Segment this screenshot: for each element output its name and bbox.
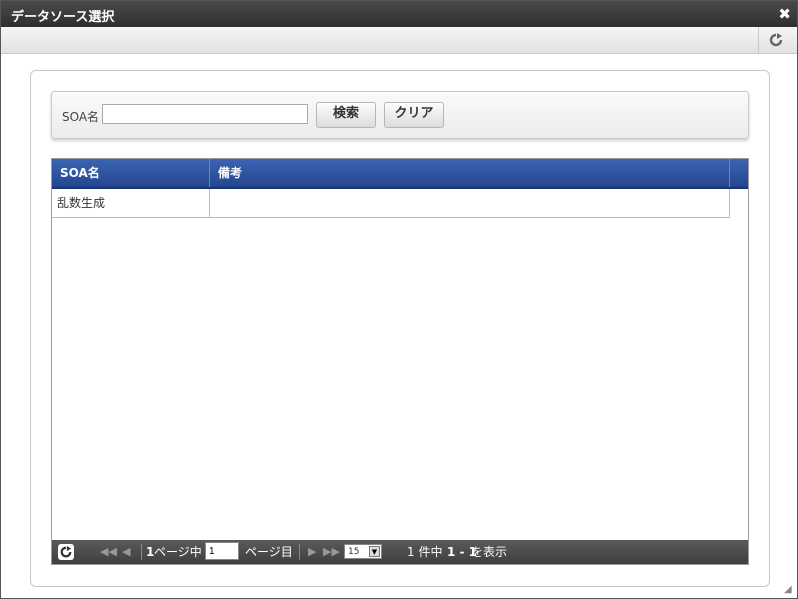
column-header-note[interactable]: 備考: [210, 159, 730, 187]
resize-handle-icon[interactable]: ◢: [784, 585, 794, 595]
search-button[interactable]: 検索: [316, 102, 376, 128]
reload-icon[interactable]: [58, 544, 74, 560]
column-header-soa-name[interactable]: SOA名: [52, 159, 210, 187]
soa-name-label: SOA名: [62, 110, 100, 124]
pager: ◀◀ ◀ 1 ページ中 ページ目 ▶ ▶▶ 15 ▼ 1 件中 1 - 1 を表…: [52, 540, 748, 564]
title-bar[interactable]: データソース選択 ✖: [1, 1, 797, 27]
result-grid: SOA名 備考 乱数生成 ◀◀ ◀ 1 ページ中 1 ページ目 ▶ ▶▶ 15 …: [51, 158, 749, 565]
prev-page-icon[interactable]: ◀: [122, 540, 130, 564]
cell-soa-name[interactable]: 乱数生成: [52, 189, 210, 217]
soa-name-input[interactable]: [102, 104, 308, 124]
clear-button[interactable]: クリア: [384, 102, 444, 128]
page-size-value: 15: [348, 547, 360, 557]
first-page-icon[interactable]: ◀◀: [100, 540, 117, 564]
search-box: SOA名 検索 クリア: [51, 91, 749, 139]
dialog-title: データソース選択: [11, 10, 115, 25]
pager-separator: [141, 544, 142, 560]
page-suffix-label: ページ目: [245, 545, 293, 559]
page-of-label: ページ中: [154, 545, 202, 559]
total-count: 1 件中: [407, 545, 443, 559]
toolbar: [1, 27, 797, 54]
range-suffix: を表示: [471, 545, 508, 559]
pager-separator: [299, 544, 300, 560]
content-panel: SOA名 検索 クリア SOA名 備考 乱数生成 ◀◀ ◀ 1 ページ中 1 ペ…: [30, 70, 770, 587]
refresh-icon[interactable]: [758, 27, 793, 53]
page-number-input[interactable]: [205, 542, 239, 560]
close-icon[interactable]: ✖: [778, 5, 791, 23]
data-source-dialog: データソース選択 ✖ SOA名 検索 クリア SOA名 備考 乱数生成 ◀◀ ◀…: [0, 0, 798, 599]
grid-header: SOA名 備考: [52, 159, 748, 189]
last-page-icon[interactable]: ▶▶: [323, 540, 340, 564]
page-size-select[interactable]: 15 ▼: [344, 544, 382, 559]
table-row[interactable]: 乱数生成: [52, 189, 730, 218]
chevron-down-icon: ▼: [369, 546, 380, 557]
cell-note[interactable]: [210, 189, 729, 217]
next-page-icon[interactable]: ▶: [308, 540, 316, 564]
